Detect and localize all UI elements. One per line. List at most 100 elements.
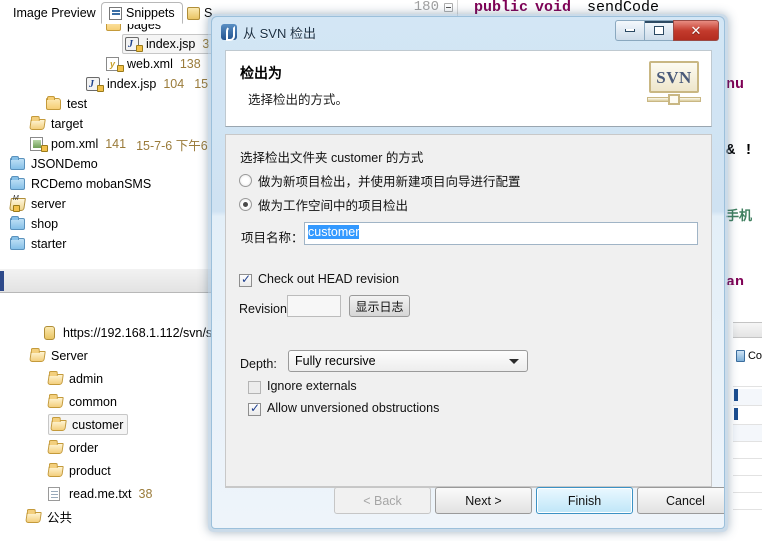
tree-item-starter[interactable]: starter <box>10 234 66 254</box>
tree-item-index-jsp-root[interactable]: J index.jsp 104 15 <box>86 74 208 94</box>
view-tab-bar <box>0 269 230 293</box>
code-fold-icon[interactable] <box>444 3 453 12</box>
jsp-file-icon: J <box>86 77 104 92</box>
chevron-down-icon <box>509 359 519 364</box>
tree-item-label: customer <box>72 417 124 432</box>
tab-image-preview[interactable]: Image Preview <box>6 2 103 24</box>
package-explorer-tree[interactable]: lib pages J index.jsp 3 y web.xml 138 J … <box>0 0 230 268</box>
folder-open-icon <box>50 418 67 432</box>
tree-item-customer[interactable]: customer <box>48 414 129 435</box>
depth-select[interactable]: Fully recursive <box>288 350 528 372</box>
tree-item-label: admin <box>69 371 104 386</box>
tree-item-label: order <box>69 440 99 455</box>
tree-item-gonggong[interactable]: 公共 <box>25 506 72 527</box>
dialog-header-subtitle: 选择检出的方式。 <box>248 93 349 107</box>
table-row[interactable] <box>733 389 762 406</box>
table-row[interactable] <box>733 425 762 442</box>
maximize-button[interactable] <box>644 20 673 41</box>
ignore-externals-label: Ignore externals <box>267 379 357 393</box>
code-right-line-4: an <box>726 274 745 285</box>
tree-item-label: web.xml <box>127 57 173 71</box>
bottom-right-rows[interactable] <box>733 370 762 541</box>
bottom-right-tabrow[interactable] <box>733 322 762 338</box>
back-button[interactable]: < Back <box>334 487 431 514</box>
allow-unversioned-label: Allow unversioned obstructions <box>267 401 440 415</box>
tree-item-test[interactable]: test <box>46 94 87 114</box>
folder-open-icon <box>29 117 46 131</box>
tree-item-label: read.me.txt <box>69 486 132 501</box>
back-label: < Back <box>363 493 402 508</box>
code-right-line-2: & ! <box>726 142 754 159</box>
tree-item-product[interactable]: product <box>47 460 111 481</box>
active-view-accent <box>0 271 4 291</box>
ignore-externals-checkbox[interactable] <box>248 381 261 394</box>
tree-item-admin[interactable]: admin <box>47 368 104 389</box>
bottom-right-header-label: Co <box>747 350 762 362</box>
tree-item-meta: 38 <box>138 486 153 501</box>
tree-item-index-jsp-pages[interactable]: J index.jsp 3 <box>122 34 215 54</box>
cancel-button[interactable]: Cancel <box>637 487 724 514</box>
tree-item-order[interactable]: order <box>47 437 99 458</box>
svn-repository-tree[interactable]: https://192.168.1.112/svn/shop Server ad… <box>0 294 233 541</box>
table-row[interactable] <box>733 493 762 510</box>
xml-file-icon: y <box>106 57 124 72</box>
tree-item-readme[interactable]: read.me.txt 38 <box>48 483 152 504</box>
tree-item-shop[interactable]: shop <box>10 214 58 234</box>
radio-new-project[interactable] <box>239 174 252 187</box>
tree-item-common[interactable]: common <box>47 391 117 412</box>
row-marker <box>734 408 738 420</box>
code-right-line-3: 手机 <box>726 209 753 224</box>
table-row[interactable] <box>733 370 762 387</box>
svn-logo-knob <box>668 94 680 105</box>
project-name-value: customer <box>308 225 360 239</box>
table-row[interactable] <box>733 408 762 425</box>
tree-item-jsondemo[interactable]: JSONDemo <box>10 154 98 174</box>
tree-item-label: test <box>67 97 88 111</box>
tree-item-label: JSONDemo <box>31 157 98 171</box>
snippets-icon <box>109 6 122 20</box>
radio-workspace-project[interactable] <box>239 198 252 211</box>
folder-blue-icon <box>10 216 26 231</box>
tree-item-label: index.jsp <box>107 77 157 91</box>
tree-item-pom-xml[interactable]: pom.xml 141 15-7-6 下午6 <box>30 134 208 154</box>
tree-item-repository-url[interactable]: https://192.168.1.112/svn/shop <box>42 322 233 343</box>
svn-app-icon <box>221 24 237 41</box>
revision-label: Revision: <box>239 302 291 316</box>
bottom-right-header[interactable]: Co <box>733 345 762 367</box>
tree-item-server[interactable]: server <box>9 194 66 214</box>
tree-item-server-folder[interactable]: Server <box>29 345 88 366</box>
folder-blue-icon <box>10 236 26 251</box>
table-row[interactable] <box>733 442 762 459</box>
tree-item-target[interactable]: target <box>29 114 83 134</box>
folder-open-icon <box>47 464 64 478</box>
folder-open-icon <box>29 349 46 363</box>
svn-logo-icon: SVN <box>647 61 703 111</box>
revision-input[interactable] <box>287 295 341 317</box>
code-right-line-1: nu <box>726 76 745 93</box>
checkout-head-checkbox[interactable] <box>239 272 252 287</box>
table-row[interactable] <box>733 459 762 476</box>
minimize-button[interactable] <box>615 20 644 41</box>
finish-button[interactable]: Finish <box>536 487 633 514</box>
project-name-input[interactable]: customer <box>304 222 698 245</box>
next-button[interactable]: Next > <box>435 487 532 514</box>
folder-open-icon <box>25 510 42 524</box>
table-row[interactable] <box>733 476 762 493</box>
checkout-group-label: 选择检出文件夹 customer 的方式 <box>240 151 424 165</box>
radio-workspace-project-label: 做为工作空间中的项目检出 <box>258 199 409 213</box>
tree-item-label: RCDemo mobanSMS <box>31 177 152 191</box>
code-right-overflow: nu & ! 手机 an sMo nec 验 ( <box>726 30 762 285</box>
folder-open-icon <box>47 395 64 409</box>
depth-label: Depth: <box>240 357 277 371</box>
tree-item-web-xml[interactable]: y web.xml 138 <box>106 54 201 74</box>
tree-item-rcdemo[interactable]: RCDemo mobanSMS <box>10 174 151 194</box>
tree-item-label: target <box>51 117 83 131</box>
tab-snippets[interactable]: Snippets <box>101 2 183 24</box>
close-button[interactable]: ✕ <box>673 20 719 41</box>
project-name-label: 项目名称： <box>241 231 304 245</box>
tree-item-label: common <box>69 394 117 409</box>
allow-unversioned-checkbox[interactable] <box>248 401 261 416</box>
maximize-icon <box>645 21 673 40</box>
tree-item-label: index.jsp <box>146 37 196 51</box>
show-log-button[interactable]: 显示日志 <box>349 295 410 317</box>
